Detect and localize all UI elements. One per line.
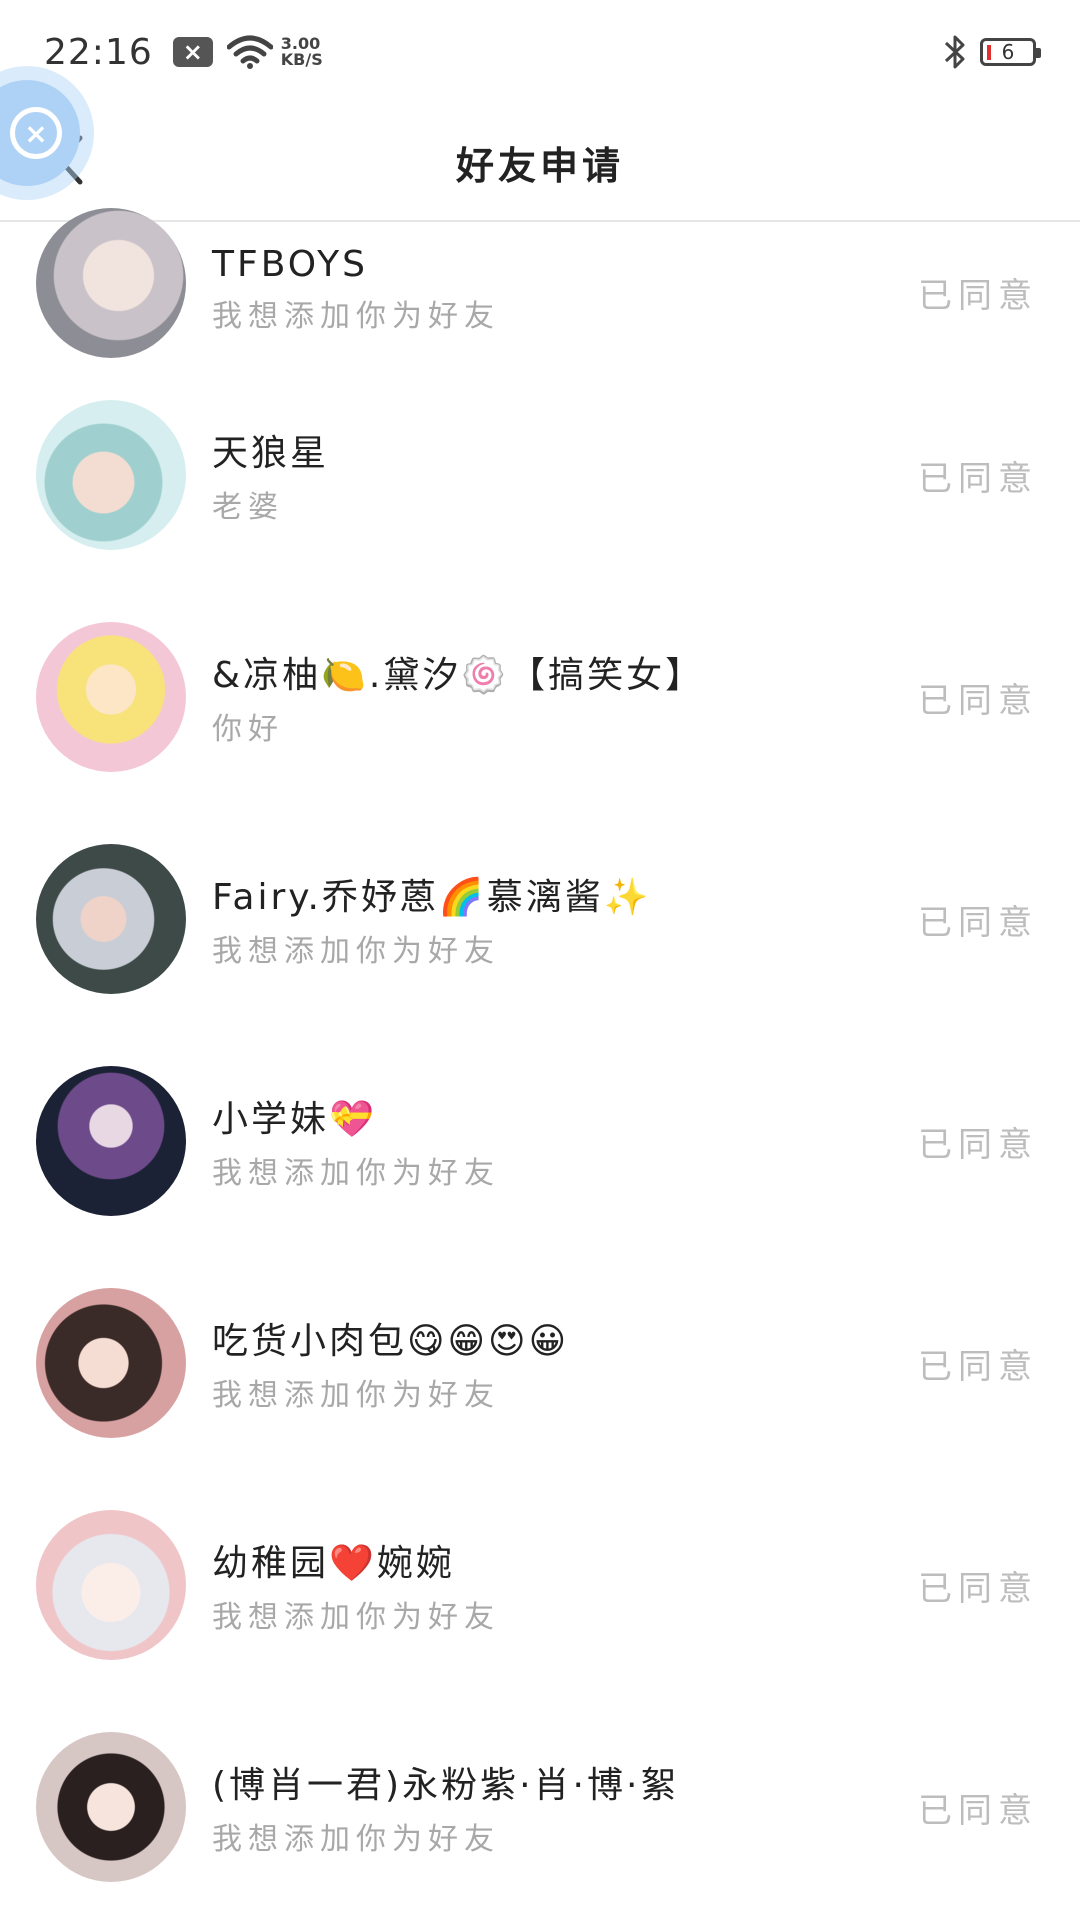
request-message: 我想添加你为好友 [212, 1378, 500, 1413]
requester-name: (博肖一君)永粉紫·肖·博·絮 [212, 1765, 680, 1806]
list-item[interactable]: 小学妹💝 我想添加你为好友 已同意 [0, 1030, 1080, 1252]
requester-name: TFBOYS [212, 244, 368, 285]
page-title: 好友申请 [455, 143, 624, 188]
avatar[interactable] [36, 844, 186, 994]
battery-icon: 6 [980, 38, 1041, 66]
network-speed: 3.00 KB/S [281, 36, 323, 68]
avatar[interactable] [36, 1288, 186, 1438]
list-item[interactable]: 幼稚园❤️婉婉 我想添加你为好友 已同意 [0, 1474, 1080, 1696]
list-item[interactable]: &凉柚🍋.黛汐🍥【搞笑女】 你好 已同意 [0, 586, 1080, 808]
navigation-bar: 好友申请 [0, 104, 1080, 222]
list-item[interactable]: (博肖一君)永粉紫·肖·博·絮 我想添加你为好友 已同意 [0, 1696, 1080, 1918]
avatar[interactable] [36, 1066, 186, 1216]
close-circle-icon: × [10, 107, 62, 159]
battery-level: 6 [1001, 40, 1015, 64]
list-item[interactable]: Fairy.乔妤蒽🌈慕漓酱✨ 我想添加你为好友 已同意 [0, 808, 1080, 1030]
notification-x-icon: × [172, 37, 213, 67]
avatar[interactable] [36, 208, 186, 358]
avatar[interactable] [36, 1510, 186, 1660]
status-label: 已同意 [918, 1346, 1038, 1387]
list-item[interactable]: 吃货小肉包😋😁😍😀 我想添加你为好友 已同意 [0, 1252, 1080, 1474]
requester-name: Fairy.乔妤蒽🌈慕漓酱✨ [212, 877, 652, 918]
request-message: 我想添加你为好友 [212, 1822, 500, 1857]
bluetooth-icon [944, 35, 965, 69]
request-message: 你好 [212, 712, 284, 747]
status-label: 已同意 [918, 902, 1038, 943]
list-item[interactable]: TFBOYS 我想添加你为好友 已同意 [0, 208, 1080, 364]
requester-name: 小学妹💝 [212, 1099, 377, 1140]
friend-request-list: TFBOYS 我想添加你为好友 已同意 天狼星 老婆 已同意 &凉柚🍋.黛汐🍥【… [0, 208, 1080, 1918]
requester-name: 天狼星 [212, 433, 330, 474]
requester-name: 吃货小肉包😋😁😍😀 [212, 1321, 570, 1362]
avatar[interactable] [36, 622, 186, 772]
list-item[interactable]: 天狼星 老婆 已同意 [0, 364, 1080, 586]
status-label: 已同意 [918, 680, 1038, 721]
request-message: 我想添加你为好友 [212, 299, 500, 334]
status-label: 已同意 [918, 458, 1038, 499]
requester-name: &凉柚🍋.黛汐🍥【搞笑女】 [212, 655, 705, 696]
status-label: 已同意 [918, 1568, 1038, 1609]
request-message: 我想添加你为好友 [212, 934, 500, 969]
requester-name: 幼稚园❤️婉婉 [212, 1543, 455, 1584]
battery-low-indicator [987, 45, 991, 60]
clock: 22:16 [44, 31, 153, 73]
status-label: 已同意 [918, 276, 1038, 316]
request-message: 我想添加你为好友 [212, 1600, 500, 1635]
avatar[interactable] [36, 400, 186, 550]
request-message: 老婆 [212, 490, 284, 525]
status-bar: 22:16 × 3.00 KB/S 6 [0, 0, 1080, 104]
speed-unit: KB/S [280, 50, 323, 69]
status-label: 已同意 [918, 1790, 1038, 1831]
status-label: 已同意 [918, 1124, 1038, 1165]
wifi-icon [226, 35, 273, 69]
request-message: 我想添加你为好友 [212, 1156, 500, 1191]
avatar[interactable] [36, 1732, 186, 1882]
